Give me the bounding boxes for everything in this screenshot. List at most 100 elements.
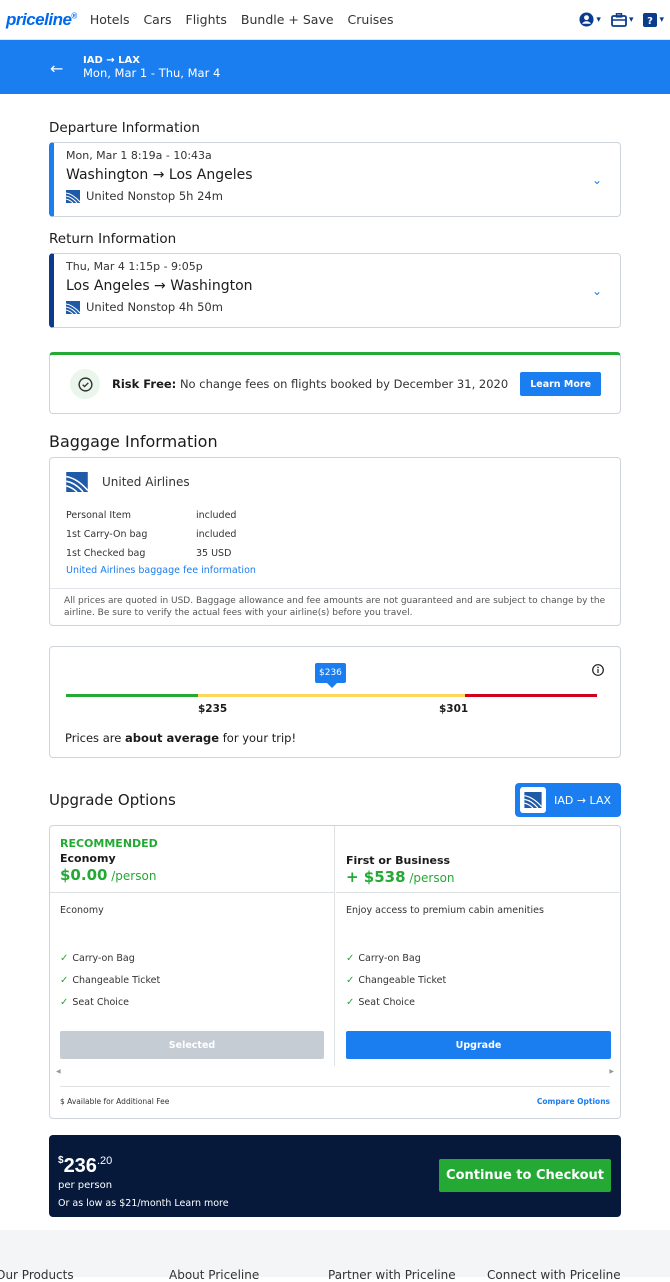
bag-item: 1st Carry-On bag xyxy=(66,529,148,540)
upgrade-footer: $ Available for Additional Fee Compare O… xyxy=(60,1086,610,1106)
selected-button[interactable]: Selected xyxy=(60,1031,324,1059)
site-footer: Our Products About Priceline Partner wit… xyxy=(0,1230,670,1282)
check-icon: ✓ xyxy=(60,974,69,986)
info-icon[interactable] xyxy=(592,661,604,680)
scroll-left-icon[interactable]: ◀ xyxy=(56,1068,61,1076)
risk-free-text: Risk Free: No change fees on flights boo… xyxy=(112,377,509,391)
nav-hotels[interactable]: Hotels xyxy=(90,12,130,27)
option-first-business: First or Business + $538 /person Enjoy a… xyxy=(336,826,621,1066)
list-item: ✓ Carry-on Bag xyxy=(60,952,135,964)
compare-options-link[interactable]: Compare Options xyxy=(537,1097,610,1106)
list-item: ✓ Changeable Ticket xyxy=(346,974,447,986)
chevron-down-icon[interactable]: ⌄ xyxy=(592,173,602,187)
route-selector-button[interactable]: IAD → LAX xyxy=(515,783,621,817)
departure-datetime: Mon, Mar 1 8:19a - 10:43a xyxy=(66,149,212,162)
chevron-down-icon[interactable]: ⌄ xyxy=(592,284,602,298)
banner-dates: Mon, Mar 1 - Thu, Mar 4 xyxy=(83,65,221,80)
return-datetime: Thu, Mar 4 1:15p - 9:05p xyxy=(66,260,203,273)
risk-free-banner: Risk Free: No change fees on flights boo… xyxy=(49,352,621,414)
baggage-disclaimer: All prices are quoted in USD. Baggage al… xyxy=(50,588,620,625)
nav-flights[interactable]: Flights xyxy=(186,12,227,27)
banner-route: IAD → LAX xyxy=(83,54,140,66)
bag-fee: 35 USD xyxy=(196,548,232,559)
financing-note[interactable]: Or as low as $21/month Learn more xyxy=(58,1198,229,1209)
footer-link[interactable]: Connect with Priceline xyxy=(487,1268,621,1282)
return-flight-card[interactable]: Thu, Mar 4 1:15p - 9:05p Los Angeles → W… xyxy=(49,253,621,328)
check-circle-icon xyxy=(70,369,100,399)
baggage-card: United Airlines Personal Item included 1s… xyxy=(49,457,621,626)
nav-cars[interactable]: Cars xyxy=(143,12,171,27)
bag-fee: included xyxy=(196,529,237,540)
footer-link[interactable]: Our Products xyxy=(0,1268,74,1282)
bag-item: 1st Checked bag xyxy=(66,548,146,559)
bag-item: Personal Item xyxy=(66,510,132,521)
route-selector-label: IAD → LAX xyxy=(554,793,611,807)
upgrade-heading: Upgrade Options xyxy=(49,791,176,809)
recommended-badge: RECOMMENDED xyxy=(60,837,158,850)
learn-more-button[interactable]: Learn More xyxy=(520,372,601,396)
check-icon: ✓ xyxy=(60,996,69,1008)
account-icon[interactable]: ▾ xyxy=(579,12,601,27)
united-logo-icon xyxy=(66,300,80,314)
upgrade-button[interactable]: Upgrade xyxy=(346,1031,611,1059)
option-economy: RECOMMENDED Economy $0.00 /person Econom… xyxy=(50,826,335,1066)
departure-details-row: United Nonstop 5h 24m xyxy=(66,189,608,203)
footer-link[interactable]: Partner with Priceline xyxy=(328,1268,456,1282)
list-item: ✓ Carry-on Bag xyxy=(346,952,421,964)
top-nav: priceline® Hotels Cars Flights Bundle + … xyxy=(0,0,670,40)
baggage-airline: United Airlines xyxy=(66,472,604,492)
svg-text:?: ? xyxy=(648,16,654,27)
low-price-label: $235 xyxy=(198,703,228,715)
upgrade-options-table: RECOMMENDED Economy $0.00 /person Econom… xyxy=(49,825,621,1119)
option-description: Economy xyxy=(60,905,104,916)
option-price: + $538 /person xyxy=(346,868,455,886)
table-row: Personal Item included xyxy=(66,506,236,525)
nav-bundle-save[interactable]: Bundle + Save xyxy=(241,12,334,27)
upgrade-header: Upgrade Options IAD → LAX xyxy=(49,783,621,817)
departure-cities: Washington → Los Angeles xyxy=(66,167,253,183)
airline-name: United Airlines xyxy=(102,475,190,489)
option-description: Enjoy access to premium cabin amenities xyxy=(346,905,544,916)
departure-details: United Nonstop 5h 24m xyxy=(86,189,223,203)
check-icon: ✓ xyxy=(346,952,355,964)
price-message: Prices are about average for your trip! xyxy=(65,731,297,745)
option-price: $0.00 /person xyxy=(60,866,157,884)
check-icon: ✓ xyxy=(60,952,69,964)
continue-to-checkout-button[interactable]: Continue to Checkout xyxy=(439,1159,611,1192)
footer-link[interactable]: About Priceline xyxy=(169,1268,259,1282)
horizontal-scrollbar[interactable]: ◀ ▶ xyxy=(56,1068,614,1076)
baggage-table: Personal Item included 1st Carry-On bag in… xyxy=(66,506,236,563)
list-item: ✓ Changeable Ticket xyxy=(60,974,161,986)
list-item: ✓ Seat Choice xyxy=(60,996,130,1008)
help-icon[interactable]: ? ▾ xyxy=(643,12,664,27)
option-name: Economy xyxy=(60,852,116,865)
trip-summary: IAD → LAX Mon, Mar 1 - Thu, Mar 4 xyxy=(83,55,220,80)
price-bar-mid xyxy=(198,694,465,697)
return-details: United Nonstop 4h 50m xyxy=(86,300,223,314)
checkout-bar: $236.20 per person Or as low as $21/mont… xyxy=(49,1135,621,1217)
check-icon: ✓ xyxy=(346,996,355,1008)
return-cities: Los Angeles → Washington xyxy=(66,278,253,294)
united-logo-icon xyxy=(524,792,543,808)
table-row: 1st Carry-On bag included xyxy=(66,525,236,544)
trips-icon[interactable]: ▾ xyxy=(611,12,633,27)
option-name: First or Business xyxy=(346,854,451,867)
back-arrow-icon[interactable]: ← xyxy=(50,59,63,78)
option-features: ✓ Carry-on Bag ✓ Changeable Ticket ✓ Seat C… xyxy=(336,947,621,1013)
price-bar-high xyxy=(465,694,597,697)
priceline-logo[interactable]: priceline® xyxy=(6,10,77,30)
united-logo-icon xyxy=(66,472,88,492)
departure-flight-card[interactable]: Mon, Mar 1 8:19a - 10:43a Washington → L… xyxy=(49,142,621,217)
departure-heading: Departure Information xyxy=(49,120,200,136)
trip-banner: ← IAD → LAX Mon, Mar 1 - Thu, Mar 4 xyxy=(0,40,670,94)
scroll-right-icon[interactable]: ▶ xyxy=(609,1068,614,1076)
per-person-label: per person xyxy=(58,1180,113,1191)
nav-cruises[interactable]: Cruises xyxy=(348,12,394,27)
baggage-fee-link[interactable]: United Airlines baggage fee information xyxy=(66,565,604,576)
main-content: Departure Information Mon, Mar 1 8:19a -… xyxy=(0,120,670,1217)
united-logo-icon xyxy=(66,189,80,203)
return-heading: Return Information xyxy=(49,231,177,247)
list-item: ✓ Seat Choice xyxy=(346,996,416,1008)
baggage-heading: Baggage Information xyxy=(49,432,218,451)
price-bar-low xyxy=(66,694,198,697)
